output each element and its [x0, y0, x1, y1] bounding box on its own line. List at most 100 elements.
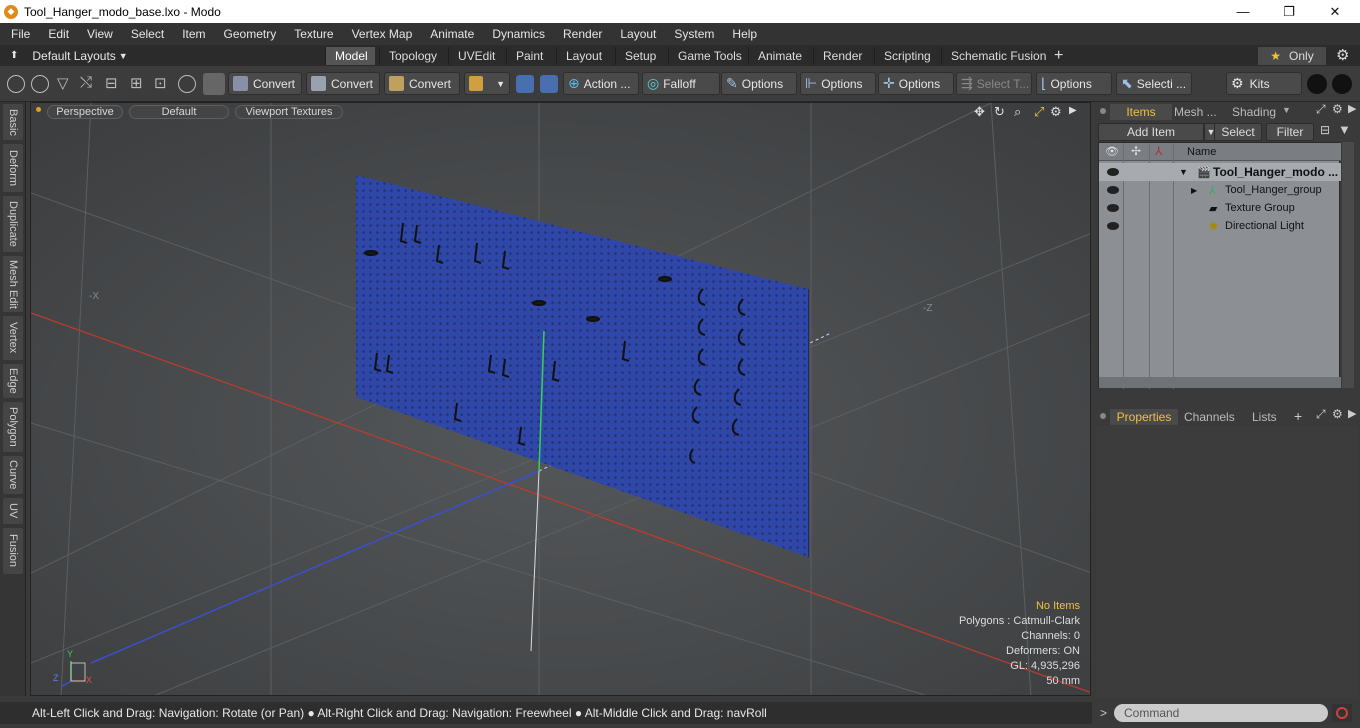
- filter-button[interactable]: Filter: [1266, 123, 1314, 141]
- falloff-button[interactable]: ◎ Falloff: [642, 72, 720, 95]
- maximize-button[interactable]: ❐: [1266, 0, 1312, 23]
- snap-shield-icon[interactable]: [540, 75, 558, 93]
- collapse-icon[interactable]: ⊟: [1320, 123, 1330, 137]
- tab-curve[interactable]: Curve: [3, 456, 23, 494]
- panel-arrow-icon[interactable]: ▶: [1348, 407, 1356, 420]
- select-through-button[interactable]: ⇶ Select T...: [956, 72, 1032, 95]
- unity-icon[interactable]: [1307, 74, 1327, 94]
- rotate-icon[interactable]: ↻: [994, 104, 1005, 120]
- close-button[interactable]: ✕: [1312, 0, 1358, 23]
- menu-texture[interactable]: Texture: [285, 23, 342, 45]
- eye-icon[interactable]: [1107, 186, 1119, 194]
- 3d-viewport[interactable]: -X -Z Y Z X Perspective Default Viewport…: [30, 102, 1091, 696]
- eye-icon[interactable]: [1107, 168, 1119, 176]
- symmetry-shield-icon[interactable]: [516, 75, 534, 93]
- tab-mesh-edit[interactable]: Mesh Edit: [3, 256, 23, 312]
- menu-item[interactable]: Item: [173, 23, 214, 45]
- eye-icon[interactable]: [1107, 204, 1119, 212]
- command-input[interactable]: Command: [1114, 704, 1328, 722]
- select-lasso-icon[interactable]: ⤭: [80, 74, 92, 91]
- tab-vertex[interactable]: Vertex: [3, 316, 23, 360]
- item-mode-icon[interactable]: [203, 73, 225, 95]
- tab-fusion[interactable]: Fusion: [3, 528, 23, 574]
- minimize-button[interactable]: —: [1220, 0, 1266, 23]
- select-vertices-icon[interactable]: [7, 75, 25, 93]
- viewport-gear-icon[interactable]: ⚙: [1050, 104, 1062, 120]
- menu-animate[interactable]: Animate: [421, 23, 483, 45]
- list-item[interactable]: ▰ Texture Group: [1099, 199, 1341, 217]
- menu-view[interactable]: View: [78, 23, 122, 45]
- menu-layout[interactable]: Layout: [611, 23, 665, 45]
- menu-vertex-map[interactable]: Vertex Map: [343, 23, 422, 45]
- shading-default-button[interactable]: Default: [129, 105, 229, 119]
- add-item-button[interactable]: Add Item: [1098, 123, 1204, 141]
- menu-file[interactable]: File: [2, 23, 39, 45]
- selection-sets-button[interactable]: ⬉ Selecti ...: [1116, 72, 1192, 95]
- record-macro-button[interactable]: [1332, 704, 1352, 722]
- viewport-textures-button[interactable]: Viewport Textures: [235, 105, 343, 119]
- tab-layout[interactable]: Layout: [556, 47, 611, 65]
- options-button-2[interactable]: ⊩ Options: [800, 72, 876, 95]
- tab-basic[interactable]: Basic: [3, 104, 23, 140]
- view-perspective-button[interactable]: Perspective: [47, 105, 123, 119]
- convert-button-2[interactable]: Convert: [306, 72, 380, 95]
- panel-gear-icon[interactable]: ⚙: [1332, 102, 1343, 116]
- pan-icon[interactable]: ✥: [974, 104, 985, 120]
- vertical-scrollbar[interactable]: [1342, 142, 1354, 388]
- fit-icon[interactable]: ⤢: [1034, 104, 1044, 120]
- options-button-3[interactable]: ✛ Options: [878, 72, 954, 95]
- panel-gear-icon[interactable]: ⚙: [1332, 407, 1343, 421]
- menu-system[interactable]: System: [665, 23, 723, 45]
- horizontal-scrollbar[interactable]: [1099, 377, 1341, 388]
- tab-setup[interactable]: Setup: [615, 47, 665, 65]
- options-button-4[interactable]: ⌊ Options: [1036, 72, 1112, 95]
- tab-game-tools[interactable]: Game Tools: [668, 47, 751, 65]
- expand-arrow-icon[interactable]: ▶: [1191, 186, 1197, 195]
- primitive-dropdown[interactable]: ▼: [464, 72, 510, 95]
- list-item[interactable]: ✺ Directional Light: [1099, 217, 1341, 235]
- tab-render[interactable]: Render: [813, 47, 871, 65]
- tab-channels[interactable]: Channels: [1178, 409, 1241, 425]
- funnel-icon[interactable]: ▼: [1338, 122, 1351, 137]
- layouts-dropdown[interactable]: ⬆ Default Layouts ▼: [4, 45, 128, 66]
- tab-properties[interactable]: Properties: [1110, 409, 1178, 425]
- add-tab-button[interactable]: +: [1045, 47, 1072, 65]
- tab-edge[interactable]: Edge: [3, 364, 23, 398]
- panel-arrow-icon[interactable]: ▶: [1348, 102, 1356, 115]
- select-pen-icon[interactable]: ▽: [57, 74, 69, 92]
- tab-mesh[interactable]: Mesh ...: [1168, 104, 1223, 120]
- select-polygon-icon[interactable]: ⊡: [154, 74, 167, 92]
- convert-button-3[interactable]: Convert: [384, 72, 460, 95]
- tab-items[interactable]: Items: [1110, 104, 1172, 120]
- gear-icon[interactable]: ⚙: [1336, 46, 1349, 64]
- menu-select[interactable]: Select: [122, 23, 173, 45]
- action-center-button[interactable]: ⊕ Action ...: [563, 72, 639, 95]
- menu-help[interactable]: Help: [723, 23, 766, 45]
- expand-icon[interactable]: ⤢: [1316, 407, 1326, 422]
- menu-render[interactable]: Render: [554, 23, 611, 45]
- tab-deform[interactable]: Deform: [3, 144, 23, 192]
- viewport-menu-arrow-icon[interactable]: ▶: [1069, 105, 1077, 116]
- expand-icon[interactable]: ⤢: [1316, 102, 1326, 117]
- tab-topology[interactable]: Topology: [379, 47, 446, 65]
- tab-duplicate[interactable]: Duplicate: [3, 196, 23, 252]
- menu-geometry[interactable]: Geometry: [215, 23, 286, 45]
- tab-uv[interactable]: UV: [3, 498, 23, 524]
- tab-model[interactable]: Model: [325, 47, 375, 65]
- tab-lists[interactable]: Lists: [1246, 409, 1283, 425]
- menu-edit[interactable]: Edit: [39, 23, 78, 45]
- only-toggle[interactable]: ★ Only: [1258, 47, 1326, 65]
- tab-shading[interactable]: Shading: [1226, 104, 1282, 120]
- tab-schematic-fusion[interactable]: Schematic Fusion: [941, 47, 1055, 65]
- chevron-down-icon[interactable]: ▼: [1282, 105, 1291, 115]
- select-globe-icon[interactable]: [31, 75, 49, 93]
- select-edges-icon[interactable]: ⊟: [105, 74, 118, 92]
- select-button[interactable]: Select: [1214, 123, 1262, 141]
- select-grid-icon[interactable]: ⊞: [130, 74, 143, 92]
- eye-icon[interactable]: [1107, 222, 1119, 230]
- zoom-icon[interactable]: ⌕: [1014, 104, 1021, 120]
- add-panel-tab-button[interactable]: +: [1294, 408, 1302, 424]
- tab-animate[interactable]: Animate: [748, 47, 811, 65]
- tab-uvedit[interactable]: UVEdit: [448, 47, 504, 65]
- tab-polygon[interactable]: Polygon: [3, 402, 23, 452]
